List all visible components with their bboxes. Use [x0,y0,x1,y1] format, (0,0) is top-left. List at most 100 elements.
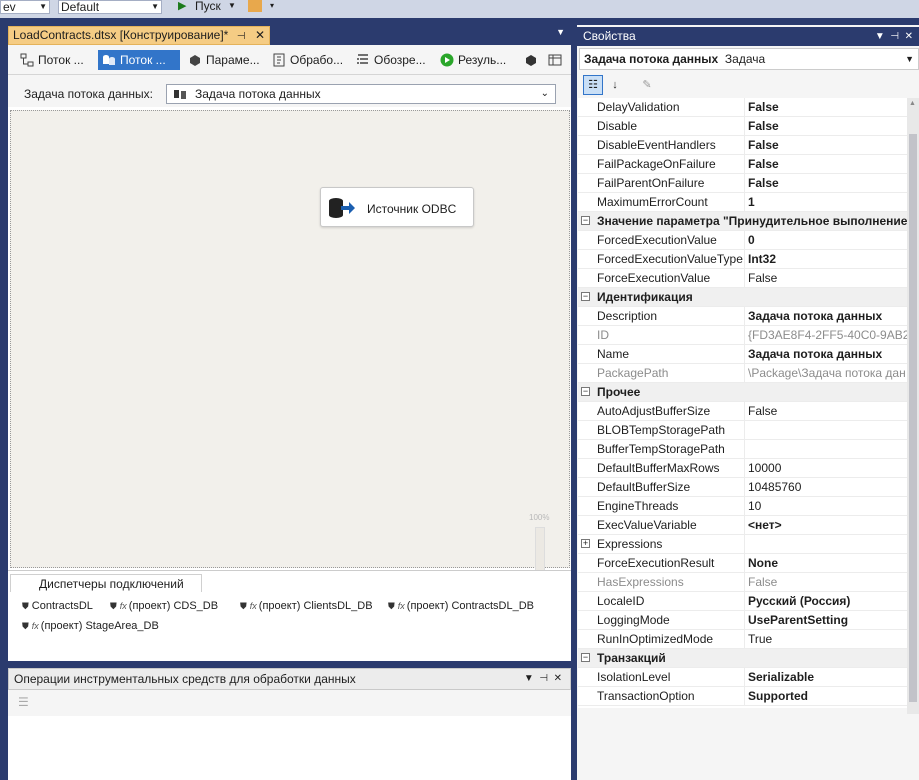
property-row[interactable]: Name Задача потока данных [578,345,907,364]
find-icon[interactable] [248,0,262,12]
collapse-icon[interactable]: − [581,387,590,396]
property-row[interactable]: Description Задача потока данных [578,307,907,326]
property-value[interactable]: Serializable [745,668,907,687]
property-row[interactable]: HasExpressions False [578,573,907,592]
property-value[interactable]: 10000 [745,459,907,478]
scroll-up-icon[interactable]: ▲ [909,100,916,107]
categorized-icon[interactable]: ☷ [583,75,603,95]
property-category[interactable]: − Значение параметра "Принудительное выпо… [578,212,907,231]
connection-managers-tab[interactable]: Диспетчеры подключений [10,574,202,592]
property-value[interactable]: False [745,269,907,288]
property-value[interactable]: UseParentSetting [745,611,907,630]
property-value[interactable]: Русский (Россия) [745,592,907,611]
property-row[interactable]: LoggingMode UseParentSetting [578,611,907,630]
property-row[interactable]: AutoAdjustBufferSize False [578,402,907,421]
pin-icon[interactable]: ⊣ [890,31,899,42]
property-row[interactable]: BLOBTempStoragePath [578,421,907,440]
property-pages-icon[interactable]: ✎ [637,75,657,95]
property-value[interactable] [745,440,907,459]
property-value[interactable]: 1 [745,193,907,212]
property-value[interactable]: False [745,117,907,136]
property-value[interactable]: False [745,98,907,117]
property-value[interactable]: 0 [745,231,907,250]
connection-item[interactable]: ⛊ fx (проект) ClientsDL_DB [240,600,373,612]
tab-event-handlers[interactable]: Обрабо... [268,50,350,70]
property-row[interactable]: MaximumErrorCount 1 [578,193,907,212]
property-value[interactable]: False [745,174,907,193]
scrollbar-thumb[interactable] [909,134,917,702]
property-row[interactable]: DefaultBufferMaxRows 10000 [578,459,907,478]
pin-icon[interactable]: ⊣ [237,31,246,42]
property-row[interactable]: ForcedExecutionValueType Int32 [578,250,907,269]
list-icon[interactable]: ☰ [18,695,29,709]
collapse-icon[interactable]: − [581,216,590,225]
property-value[interactable]: 10485760 [745,478,907,497]
property-value[interactable]: False [745,573,907,592]
start-button[interactable]: Пуск [195,0,221,12]
configuration-combo[interactable]: ev ▼ [0,0,50,14]
property-row[interactable]: FailParentOnFailure False [578,174,907,193]
document-tab[interactable]: LoadContracts.dtsx [Конструирование]* ⊣ … [8,26,270,45]
task-selector[interactable]: Задача потока данных ⌄ [166,84,556,104]
property-row[interactable]: ForcedExecutionValue 0 [578,231,907,250]
connection-item[interactable]: ⛊ fx (проект) ContractsDL_DB [388,600,534,612]
dropdown-icon[interactable]: ▼ [875,31,885,42]
property-value[interactable] [745,421,907,440]
property-row[interactable]: + Expressions [578,535,907,554]
alphabetical-icon[interactable]: ↓ [605,75,625,95]
chevron-down-icon[interactable]: ▼ [228,0,236,12]
property-row[interactable]: DefaultBufferSize 10485760 [578,478,907,497]
property-row[interactable]: ExecValueVariable <нет> [578,516,907,535]
expand-icon[interactable]: + [581,539,590,548]
property-row[interactable]: EngineThreads 10 [578,497,907,516]
property-value[interactable] [745,535,907,554]
property-value[interactable]: {FD3AE8F4-2FF5-40C0-9AB2-( [745,326,907,345]
property-row[interactable]: ForceExecutionValue False [578,269,907,288]
property-row[interactable]: DisableEventHandlers False [578,136,907,155]
property-value[interactable]: False [745,155,907,174]
tab-data-flow[interactable]: Поток ... [98,50,180,70]
property-row[interactable]: DelayValidation False [578,98,907,117]
close-icon[interactable]: ✕ [255,28,265,42]
property-value[interactable]: \Package\Задача потока дан [745,364,907,383]
platform-combo[interactable]: Default ▼ [58,0,162,14]
connection-item[interactable]: ⛊ fx (проект) CDS_DB [110,600,218,612]
tab-parameters[interactable]: Параме... [184,50,266,70]
property-value[interactable]: Int32 [745,250,907,269]
variables-icon[interactable] [544,50,566,70]
property-row[interactable]: Disable False [578,117,907,136]
property-value[interactable]: Задача потока данных [745,345,907,364]
tab-list-icon[interactable]: ▼ [556,27,565,37]
property-value[interactable]: 10 [745,497,907,516]
property-value[interactable]: None [745,554,907,573]
connection-item[interactable]: ⛊ fx (проект) StageArea_DB [22,620,159,632]
dropdown-icon[interactable]: ▼ [524,673,534,684]
property-value[interactable]: <нет> [745,516,907,535]
property-value[interactable]: Supported [745,687,907,706]
property-value[interactable]: False [745,402,907,421]
property-row[interactable]: BufferTempStoragePath [578,440,907,459]
design-surface[interactable]: 100% [10,110,570,655]
tab-package-explorer[interactable]: Обозре... [352,50,432,70]
play-icon[interactable]: ▶ [178,0,186,12]
collapse-icon[interactable]: − [581,653,590,662]
property-row[interactable]: IsolationLevel Serializable [578,668,907,687]
property-row[interactable]: PackagePath \Package\Задача потока дан [578,364,907,383]
tab-control-flow[interactable]: Поток ... [16,50,96,70]
package-icon[interactable] [520,50,542,70]
tab-progress[interactable]: Резуль... [436,50,516,70]
property-value[interactable]: True [745,630,907,649]
property-value[interactable]: Задача потока данных [745,307,907,326]
odbc-source-component[interactable]: Источник ODBC [320,187,474,227]
pin-icon[interactable]: ⊣ [539,673,548,684]
object-selector[interactable]: Задача потока данных Задача ▼ [579,48,919,70]
property-row[interactable]: FailPackageOnFailure False [578,155,907,174]
property-category[interactable]: − Идентификация [578,288,907,307]
collapse-icon[interactable]: − [581,292,590,301]
connection-item[interactable]: ⛊ ContractsDL [22,600,93,612]
property-value[interactable]: False [745,136,907,155]
property-row[interactable]: TransactionOption Supported [578,687,907,706]
property-category[interactable]: − Прочее [578,383,907,402]
close-icon[interactable]: ✕ [554,673,562,684]
property-grid-scrollbar[interactable]: ▲ [907,98,919,714]
